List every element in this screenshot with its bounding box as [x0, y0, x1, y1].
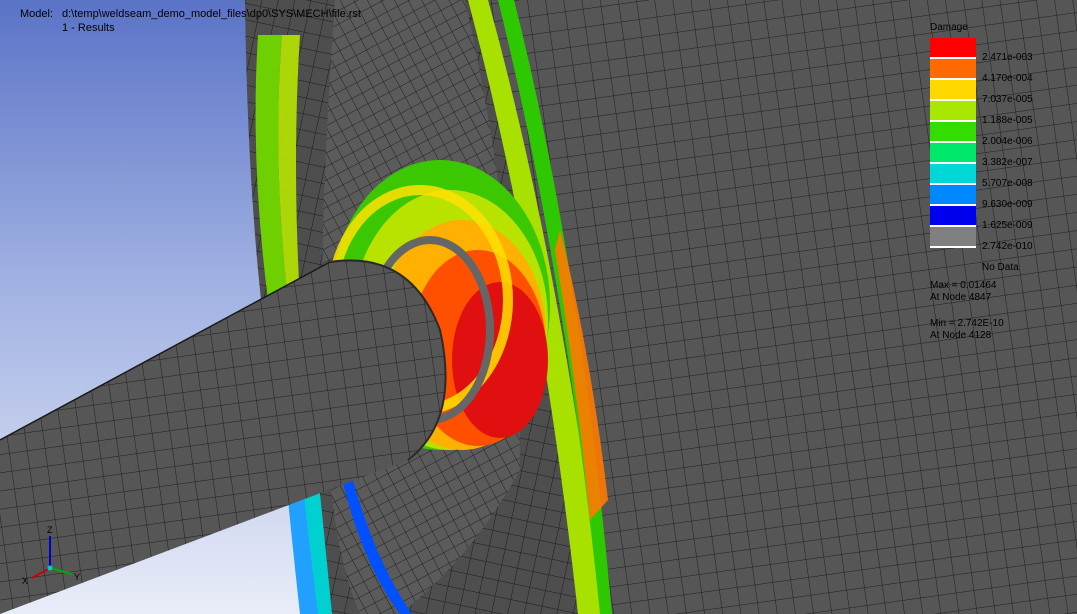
legend-tick-label: No Data [982, 262, 1019, 273]
legend-swatch [930, 38, 976, 57]
model-viewport[interactable]: Z Y X [0, 0, 1077, 614]
y-axis-label: Y [74, 572, 80, 582]
min-value-label: Min = 2.742E-10 [930, 318, 1004, 329]
results-label: 1 - Results [62, 22, 115, 34]
legend-separator [930, 246, 976, 248]
x-axis-label: X [22, 576, 28, 586]
legend-tick-label: 2.471e-003 [982, 52, 1033, 63]
legend-swatch [930, 185, 976, 204]
max-value-label: Max = 0.01464 [930, 280, 997, 291]
legend-tick-label: 7.037e-005 [982, 94, 1033, 105]
legend-swatch [930, 59, 976, 78]
legend-swatch [930, 80, 976, 99]
legend-swatch [930, 101, 976, 120]
legend-swatch [930, 122, 976, 141]
legend-swatch [930, 143, 976, 162]
legend-swatch [930, 164, 976, 183]
legend-title: Damage [930, 22, 968, 33]
legend-swatch [930, 206, 976, 225]
z-axis-label: Z [47, 525, 53, 535]
model-label: Model: [20, 8, 54, 20]
legend-tick-label: 2.004e-006 [982, 136, 1033, 147]
legend-tick-label: 5.707e-008 [982, 178, 1033, 189]
legend-tick-label: 9.630e-009 [982, 199, 1033, 210]
triad-origin [47, 565, 53, 571]
legend-tick-label: 1.188e-005 [982, 115, 1033, 126]
max-node-label: At Node 4847 [930, 292, 992, 303]
legend-tick-label: 1.625e-009 [982, 220, 1033, 231]
legend-tick-label: 4.170e-004 [982, 73, 1033, 84]
legend-tick-label: 3.382e-007 [982, 157, 1033, 168]
legend-tick-label: 2.742e-010 [982, 241, 1033, 252]
min-node-label: At Node 4128 [930, 330, 992, 341]
legend-swatch [930, 227, 976, 246]
model-path: d:\temp\weldseam_demo_model_files\dp0\SY… [62, 8, 361, 20]
